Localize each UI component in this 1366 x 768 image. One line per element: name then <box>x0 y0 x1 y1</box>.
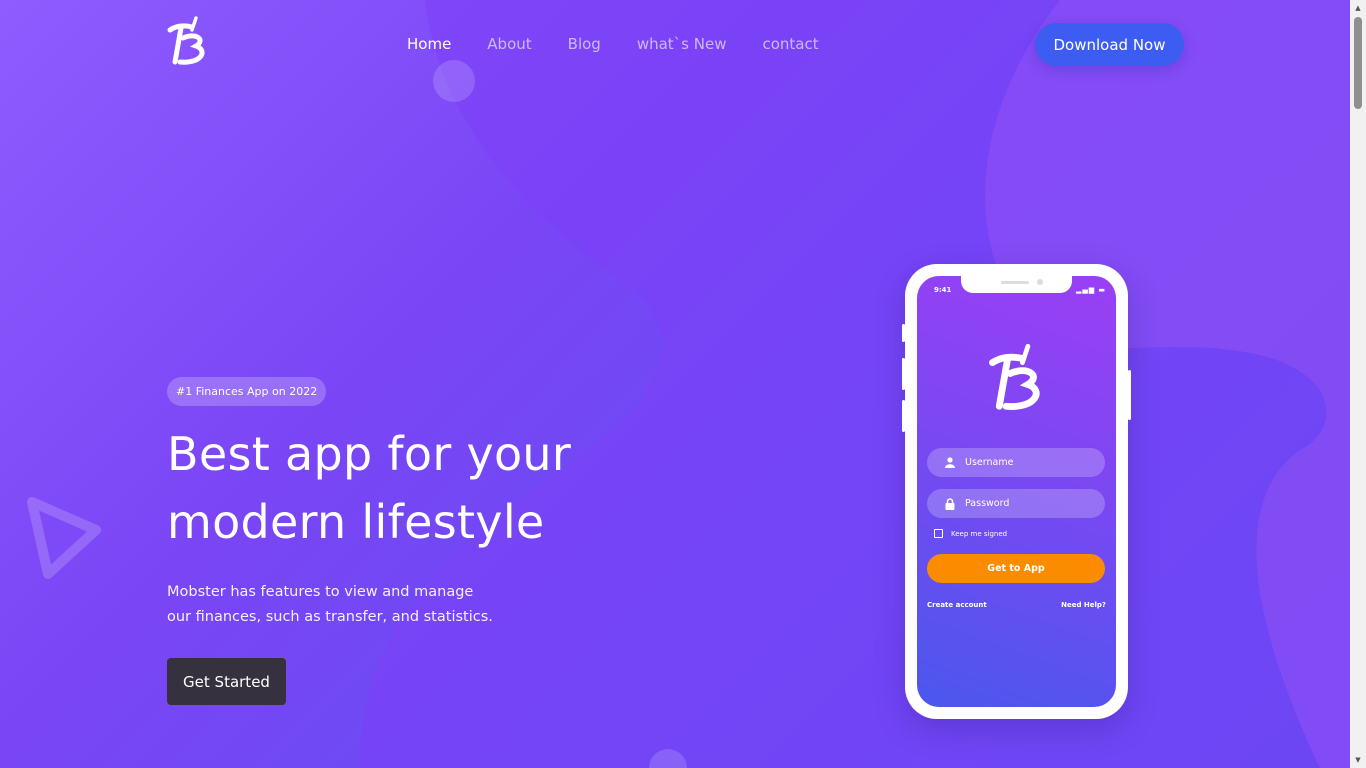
scroll-down-icon[interactable]: ▼ <box>1350 752 1366 768</box>
lock-icon <box>943 497 957 511</box>
get-started-button[interactable]: Get Started <box>167 658 286 705</box>
nav-whats-new[interactable]: what`s New <box>637 35 727 53</box>
username-placeholder: Username <box>965 457 1014 468</box>
get-to-app-button[interactable]: Get to App <box>927 554 1105 583</box>
brand-logo-icon[interactable] <box>166 16 210 68</box>
create-account-link[interactable]: Create account <box>927 601 987 609</box>
keep-signed-row[interactable]: Keep me signed <box>934 529 1007 538</box>
landing-page: Home About Blog what`s New contact Downl… <box>0 0 1350 768</box>
hero-badge: #1 Finances App on 2022 <box>167 377 327 406</box>
phone-side-button <box>902 400 905 432</box>
camera-icon <box>1037 279 1043 285</box>
username-field[interactable]: Username <box>927 448 1105 477</box>
brand-logo-icon <box>987 342 1047 416</box>
hero-title: Best app for your modern lifestyle <box>167 420 627 556</box>
status-time: 9:41 <box>934 286 952 294</box>
scrollbar-thumb[interactable] <box>1354 17 1362 109</box>
user-icon <box>943 456 957 470</box>
phone-notch <box>961 276 1072 293</box>
password-field[interactable]: Password <box>927 489 1105 518</box>
keep-signed-label: Keep me signed <box>951 529 1008 538</box>
main-nav: Home About Blog what`s New contact <box>407 35 819 53</box>
need-help-link[interactable]: Need Help? <box>1061 601 1106 609</box>
scroll-up-icon[interactable]: ▲ <box>1350 0 1366 16</box>
nav-home[interactable]: Home <box>407 35 451 53</box>
nav-about[interactable]: About <box>487 35 531 53</box>
battery-icon: ▬ <box>1098 286 1106 294</box>
phone-side-button <box>902 324 905 342</box>
download-now-button[interactable]: Download Now <box>1035 23 1184 66</box>
hero-description-line-2: our finances, such as transfer, and stat… <box>167 609 493 625</box>
nav-blog[interactable]: Blog <box>568 35 601 53</box>
hero-title-line-2: modern lifestyle <box>167 495 545 549</box>
hero-title-line-1: Best app for your <box>167 427 572 481</box>
phone-side-button <box>1128 370 1131 420</box>
hero-description-line-1: Mobster has features to view and manage <box>167 584 474 600</box>
password-placeholder: Password <box>965 498 1010 509</box>
signal-icon: ▂▄▆ <box>1075 286 1096 294</box>
play-triangle-icon <box>27 497 101 579</box>
phone-side-button <box>902 358 905 390</box>
speaker-icon <box>1001 281 1029 284</box>
status-icons: ▂▄▆ ▬ <box>1076 286 1106 294</box>
page-scrollbar[interactable]: ▲ ▼ <box>1350 0 1366 768</box>
phone-mockup: 9:41 ▂▄▆ ▬ Username Password Keep me sig… <box>902 264 1131 719</box>
phone-screen: 9:41 ▂▄▆ ▬ Username Password Keep me sig… <box>917 276 1116 707</box>
hero-description: Mobster has features to view and manage … <box>167 580 497 630</box>
nav-contact[interactable]: contact <box>762 35 818 53</box>
keep-signed-checkbox[interactable] <box>934 529 943 538</box>
